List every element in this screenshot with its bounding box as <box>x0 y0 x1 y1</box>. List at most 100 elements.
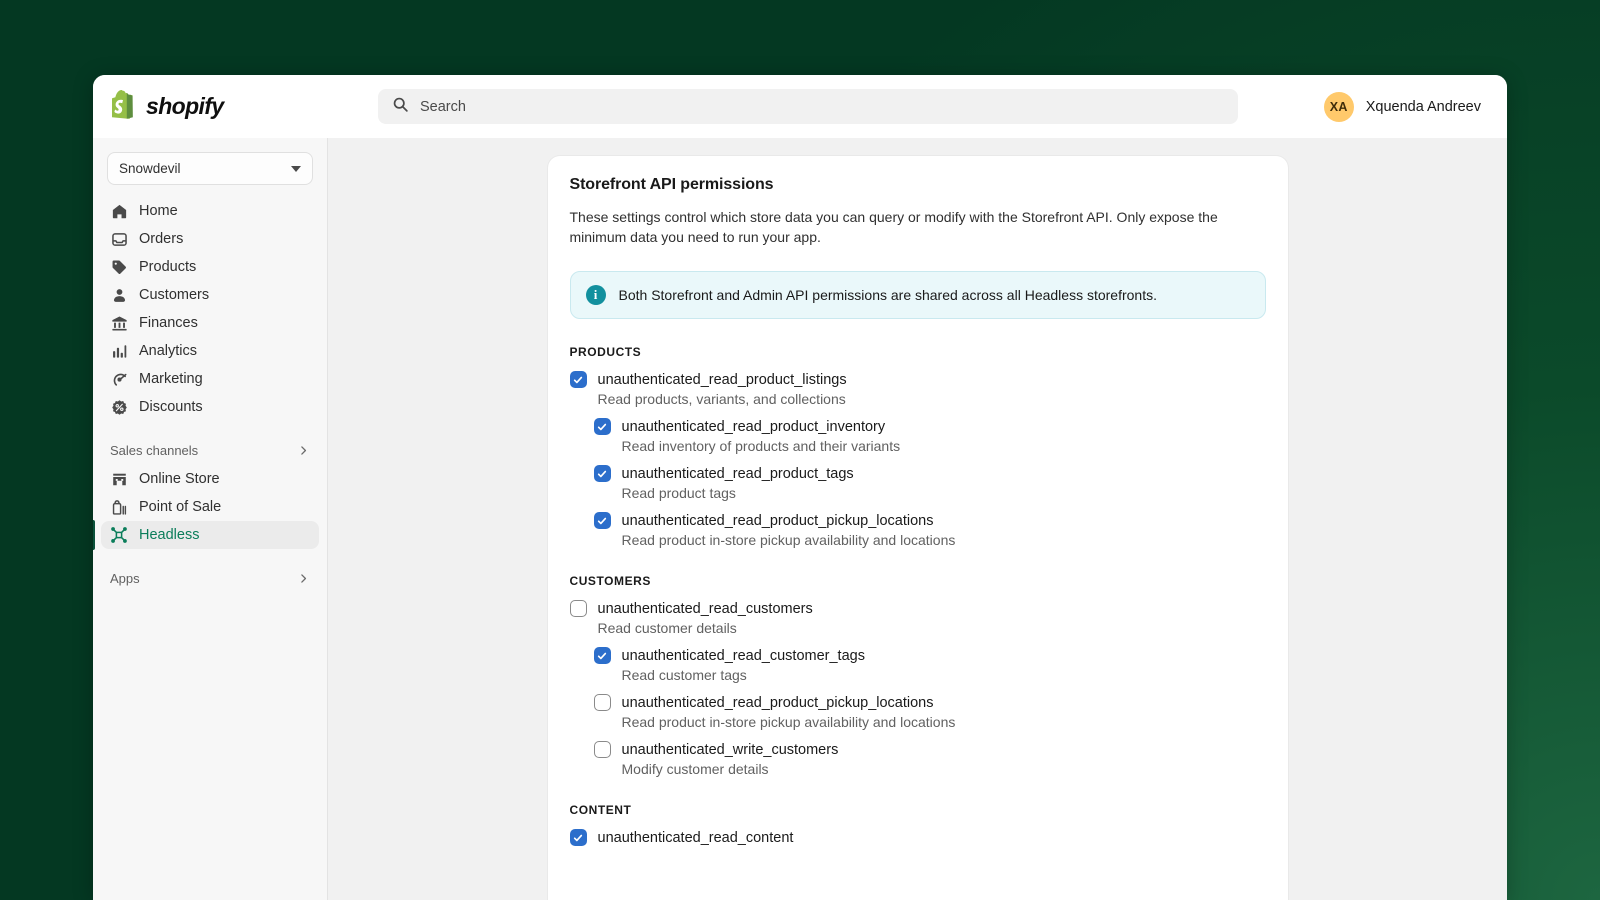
info-banner-text: Both Storefront and Admin API permission… <box>618 287 1158 303</box>
permission-item: unauthenticated_read_product_tags Read p… <box>593 465 1266 501</box>
permission-row[interactable]: unauthenticated_read_product_listings <box>569 371 1266 388</box>
permission-row[interactable]: unauthenticated_read_customers <box>569 600 1266 617</box>
sidebar-item-headless[interactable]: Headless <box>93 520 319 550</box>
storefront-icon <box>110 470 128 488</box>
shopify-wordmark: shopify <box>146 93 224 119</box>
permission-item: unauthenticated_read_customers Read cust… <box>569 600 1266 636</box>
permission-checkbox[interactable] <box>593 647 611 664</box>
permission-description: Read product in-store pickup availabilit… <box>621 714 956 730</box>
sidebar-item-label: Discounts <box>139 399 203 415</box>
sidebar-item-finances[interactable]: Finances <box>101 309 319 337</box>
top-bar: shopify Search XA Xquenda Andreev <box>93 75 1507 138</box>
permission-row[interactable]: unauthenticated_write_customers <box>593 741 1266 758</box>
sidebar-item-label: Finances <box>139 315 198 331</box>
permission-row[interactable]: unauthenticated_read_customer_tags <box>593 647 1266 664</box>
permission-checkbox[interactable] <box>569 600 587 617</box>
permission-row[interactable]: unauthenticated_read_product_pickup_loca… <box>593 512 1266 529</box>
permission-description: Read product tags <box>621 485 736 501</box>
search-placeholder: Search <box>420 98 466 115</box>
sidebar-section-apps[interactable]: Apps <box>101 563 319 593</box>
page-title: Storefront API permissions <box>569 176 774 193</box>
permission-row[interactable]: unauthenticated_read_product_inventory <box>593 418 1266 435</box>
chevron-right-icon <box>297 444 310 457</box>
sidebar: Snowdevil Home Orders Products Customers… <box>93 138 328 900</box>
apps-label: Apps <box>110 570 140 586</box>
page-description: These settings control which store data … <box>569 209 1218 245</box>
permission-checkbox[interactable] <box>593 418 611 435</box>
permission-label: unauthenticated_read_product_listings <box>597 371 847 388</box>
sidebar-item-label: Products <box>139 259 197 275</box>
chevron-right-icon <box>297 572 310 585</box>
permission-description: Read products, variants, and collections <box>597 391 846 407</box>
sidebar-item-orders[interactable]: Orders <box>101 225 319 253</box>
info-banner: i Both Storefront and Admin API permissi… <box>569 271 1266 319</box>
permission-label: unauthenticated_read_product_pickup_loca… <box>621 512 934 529</box>
permission-group-content: CONTENT unauthenticated_read_content <box>569 803 1266 846</box>
permission-label: unauthenticated_read_product_inventory <box>621 418 886 435</box>
permission-item: unauthenticated_read_product_listings Re… <box>569 371 1266 407</box>
app-window: shopify Search XA Xquenda Andreev Snowde… <box>93 75 1507 900</box>
permission-checkbox[interactable] <box>593 465 611 482</box>
search-container: Search <box>378 89 1238 124</box>
permission-checkbox[interactable] <box>569 829 587 846</box>
permission-checkbox[interactable] <box>593 694 611 711</box>
permission-description: Read customer details <box>597 620 737 636</box>
permission-row[interactable]: unauthenticated_read_product_pickup_loca… <box>593 694 1266 711</box>
bar-chart-icon <box>110 342 128 360</box>
permission-description: Modify customer details <box>621 761 769 777</box>
chevron-down-icon <box>291 165 301 172</box>
sidebar-item-home[interactable]: Home <box>101 197 319 225</box>
permission-description: Read customer tags <box>621 667 747 683</box>
user-menu[interactable]: XA Xquenda Andreev <box>1318 88 1487 126</box>
main-content: Storefront API permissions These setting… <box>328 138 1507 900</box>
permission-item: unauthenticated_read_customer_tags Read … <box>593 647 1266 683</box>
sidebar-item-customers[interactable]: Customers <box>101 281 319 309</box>
headless-nodes-icon <box>110 526 128 544</box>
sidebar-item-label: Marketing <box>139 371 203 387</box>
orders-inbox-icon <box>110 230 128 248</box>
permission-item: unauthenticated_read_product_pickup_loca… <box>593 694 1266 730</box>
sidebar-item-discounts[interactable]: Discounts <box>101 393 319 421</box>
product-tag-icon <box>110 258 128 276</box>
shopify-brand[interactable]: shopify <box>112 89 342 124</box>
sidebar-item-point-of-sale[interactable]: Point of Sale <box>101 493 319 521</box>
sidebar-item-label: Customers <box>139 287 210 303</box>
store-switcher[interactable]: Snowdevil <box>107 152 313 185</box>
permission-item: unauthenticated_read_product_pickup_loca… <box>593 512 1266 548</box>
permission-checkbox[interactable] <box>593 741 611 758</box>
permission-description: Read product in-store pickup availabilit… <box>621 532 956 548</box>
group-title: CONTENT <box>569 803 632 817</box>
megaphone-target-icon <box>110 370 128 388</box>
sidebar-item-online-store[interactable]: Online Store <box>101 465 319 493</box>
sidebar-section-sales-channels[interactable]: Sales channels <box>101 435 319 465</box>
permission-description: Read inventory of products and their var… <box>621 438 901 454</box>
person-icon <box>110 286 128 304</box>
avatar: XA <box>1323 91 1354 122</box>
permission-label: unauthenticated_read_customer_tags <box>621 647 865 664</box>
permission-checkbox[interactable] <box>593 512 611 529</box>
search-input[interactable]: Search <box>378 89 1238 124</box>
sidebar-item-label: Point of Sale <box>139 499 222 515</box>
body-split: Snowdevil Home Orders Products Customers… <box>93 138 1507 900</box>
sidebar-item-marketing[interactable]: Marketing <box>101 365 319 393</box>
sidebar-item-label: Orders <box>139 231 184 247</box>
permission-label: unauthenticated_write_customers <box>621 741 839 758</box>
permission-item: unauthenticated_read_content <box>569 829 1266 846</box>
permission-row[interactable]: unauthenticated_read_content <box>569 829 1266 846</box>
sales-channels-label: Sales channels <box>110 442 199 458</box>
shopify-bag-icon <box>112 89 138 124</box>
store-name: Snowdevil <box>119 161 181 176</box>
sidebar-item-label: Online Store <box>139 471 220 487</box>
permission-checkbox[interactable] <box>569 371 587 388</box>
permission-row[interactable]: unauthenticated_read_product_tags <box>593 465 1266 482</box>
point-of-sale-icon <box>110 498 128 516</box>
discount-percent-icon <box>110 398 128 416</box>
sidebar-item-analytics[interactable]: Analytics <box>101 337 319 365</box>
sidebar-item-label: Home <box>139 203 178 219</box>
sidebar-item-products[interactable]: Products <box>101 253 319 281</box>
home-icon <box>110 202 128 220</box>
primary-nav: Home Orders Products Customers Finances … <box>93 197 327 593</box>
info-icon: i <box>585 285 606 305</box>
permission-group-customers: CUSTOMERS unauthenticated_read_customers… <box>569 574 1266 777</box>
permission-item: unauthenticated_read_product_inventory R… <box>593 418 1266 454</box>
